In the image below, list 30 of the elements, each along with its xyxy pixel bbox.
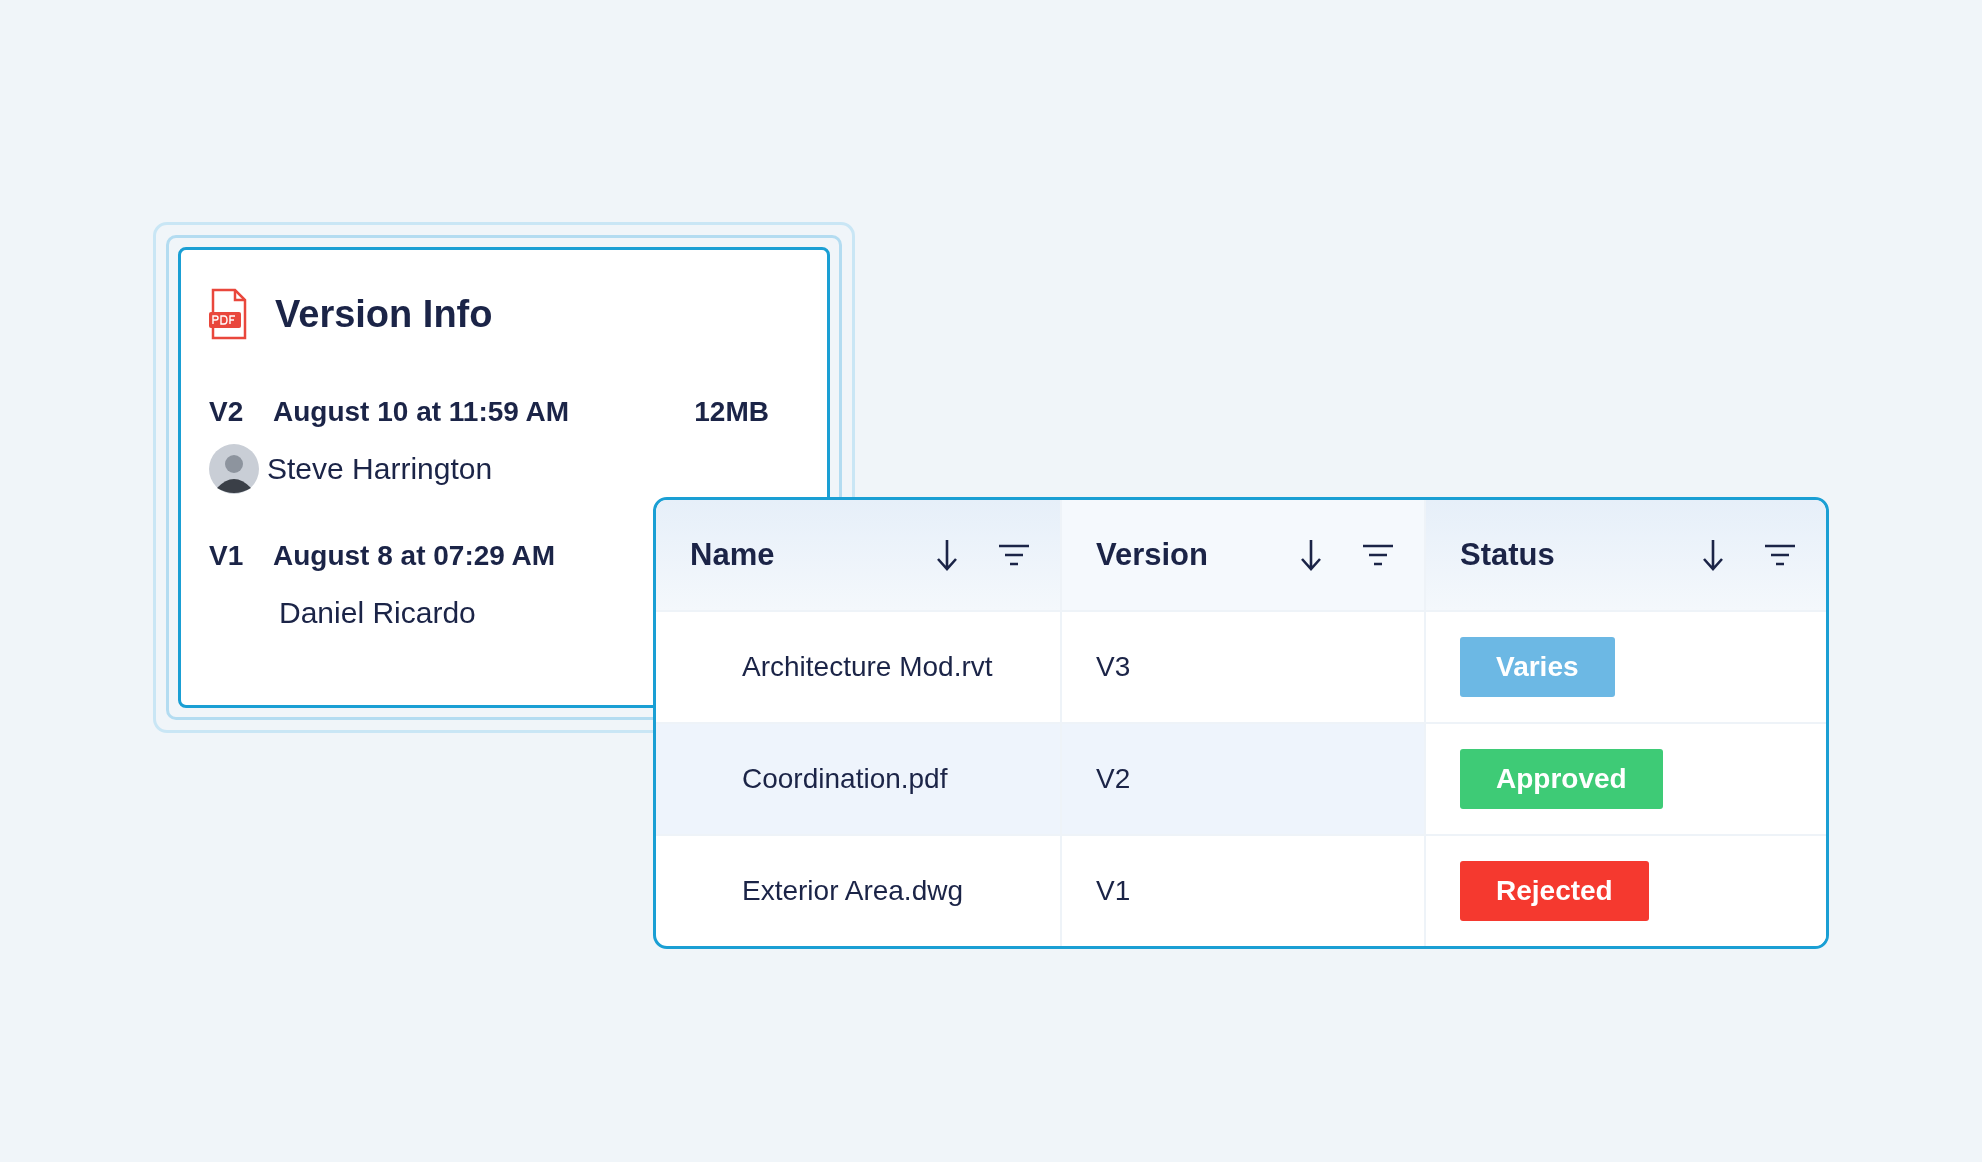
version-label: V1 [209,540,245,572]
file-name: Coordination.pdf [742,763,948,795]
sort-down-icon[interactable] [1702,538,1724,572]
column-header[interactable]: Name [690,537,896,573]
version-cell: V1 [1096,875,1131,907]
table-row[interactable]: Exterior Area.dwg V1 Rejected [656,834,1826,946]
table-row[interactable]: Coordination.pdf V2 Approved [656,722,1826,834]
status-badge: Varies [1460,637,1615,697]
status-badge: Rejected [1460,861,1649,921]
version-cell: V2 [1096,763,1131,795]
version-label: V2 [209,396,245,428]
column-header[interactable]: Status [1460,537,1662,573]
version-date: August 10 at 11:59 AM [273,396,570,428]
filter-icon[interactable] [998,543,1030,567]
card-title: Version Info [275,292,493,336]
filter-icon[interactable] [1764,543,1796,567]
column-header[interactable]: Version [1096,537,1260,573]
filter-icon[interactable] [1362,543,1394,567]
file-size: 12MB [694,396,769,428]
file-name: Exterior Area.dwg [742,875,963,907]
author-name: Steve Harrington [267,452,493,486]
sort-down-icon[interactable] [936,538,958,572]
status-badge: Approved [1460,749,1663,809]
file-name: Architecture Mod.rvt [742,651,993,683]
version-cell: V3 [1096,651,1131,683]
table-row[interactable]: Architecture Mod.rvt V3 Varies [656,610,1826,722]
pdf-file-icon [209,288,249,340]
sort-down-icon[interactable] [1300,538,1322,572]
author-name: Daniel Ricardo [279,596,476,630]
version-date: August 8 at 07:29 AM [273,540,556,572]
